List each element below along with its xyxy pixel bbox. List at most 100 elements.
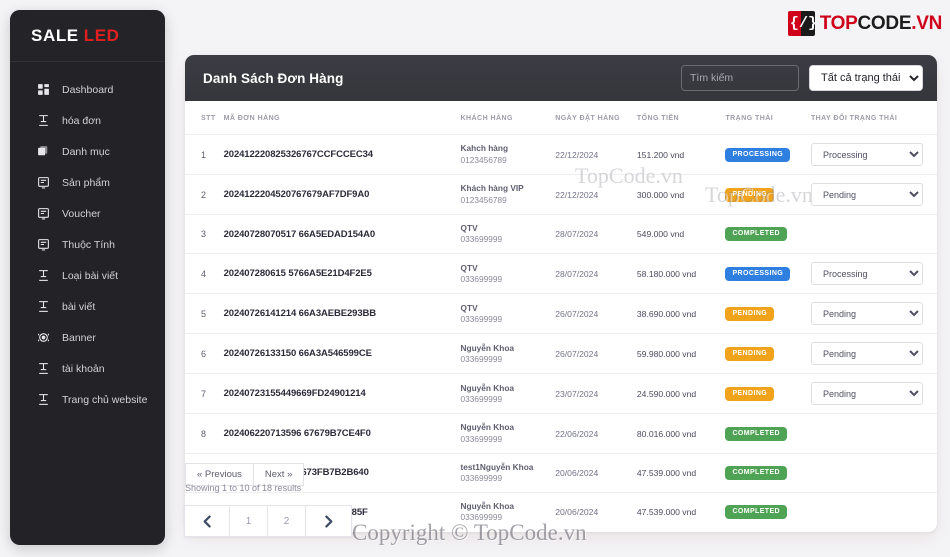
- change-status-select[interactable]: PendingProcessingCompleted: [810, 183, 923, 206]
- sidebar-item-label: Dashboard: [62, 83, 114, 96]
- status-filter-select[interactable]: Tất cả trạng tháiPendingProcessingComple…: [809, 65, 923, 91]
- sidebar-item-9[interactable]: Banner: [10, 322, 165, 353]
- logo-text-code: CODE: [857, 12, 912, 34]
- sidebar: SALE LED Dashboard hóa đơn Danh mục Sản phẩ…: [10, 10, 165, 545]
- sidebar-item-7[interactable]: Loại bài viết: [10, 260, 165, 291]
- col-order-code: MÃ ĐƠN HÀNG: [223, 115, 280, 122]
- status-badge: PENDING: [725, 386, 775, 401]
- sidebar-item-6[interactable]: Thuộc Tính: [10, 229, 165, 260]
- logo-text-vn: .VN: [911, 12, 942, 34]
- cell-customer-phone: 033699999: [460, 433, 503, 444]
- sidebar-item-label: hóa đơn: [62, 114, 102, 127]
- chevron-left-icon[interactable]: [184, 505, 230, 537]
- cell-customer-name: Nguyễn Khoa: [460, 422, 515, 433]
- cell-change-status: PendingProcessingCompleted: [806, 134, 937, 175]
- cell-total: 300.000 vnd: [636, 189, 685, 200]
- cell-customer-phone: 033699999: [460, 273, 503, 284]
- results-count-text: Showing 1 to 10 of 18 results: [185, 483, 302, 493]
- cell-customer-phone: 033699999: [460, 472, 503, 483]
- change-status-select[interactable]: PendingProcessingCompleted: [810, 262, 923, 286]
- sidebar-item-label: Voucher: [62, 207, 101, 220]
- attribute-monitor-icon: [36, 237, 51, 252]
- table-row: 8 202406220713596 67679B7CE4F0 Nguyễn Khoa…: [185, 413, 937, 454]
- orders-card-header: Danh Sách Đơn Hàng Tất cả trạng tháiPend…: [185, 55, 937, 101]
- cell-total: 38.690.000 vnd: [636, 308, 697, 319]
- cell-order-code: 202412220825326767CCFCCEC34: [223, 149, 374, 160]
- sidebar-item-label: Danh mục: [62, 145, 110, 158]
- table-row: 1 202412220825326767CCFCCEC34 Kahch hàng 01…: [185, 134, 937, 175]
- cell-total: 59.980.000 vnd: [636, 348, 697, 359]
- brand-accent: LED: [83, 25, 120, 45]
- orders-card: Danh Sách Đơn Hàng Tất cả trạng tháiPend…: [185, 55, 937, 532]
- cell-customer-name: Nguyễn Khoa: [460, 342, 515, 353]
- cell-order-date: 28/07/2024: [555, 268, 599, 279]
- cell-order-code: 20240726133150 66A3A546599CE: [223, 348, 372, 360]
- homepage-icon: [36, 392, 51, 407]
- cell-order-date: 22/06/2024: [555, 428, 599, 439]
- sidebar-item-3[interactable]: Danh mục: [10, 136, 165, 167]
- cell-customer-name: test1Nguyễn Khoa: [460, 461, 534, 472]
- cell-customer-phone: 0123456789: [460, 194, 507, 205]
- cell-customer-phone: 033699999: [460, 512, 503, 523]
- product-monitor-icon: [36, 175, 51, 190]
- status-badge: PROCESSING: [725, 147, 791, 162]
- brand-name: SALE: [31, 25, 79, 45]
- status-badge: PENDING: [725, 306, 775, 321]
- post-type-icon: [36, 268, 51, 283]
- banner-target-icon: [36, 330, 51, 345]
- cell-change-status: [806, 413, 937, 454]
- page-button-1[interactable]: 1: [230, 505, 268, 537]
- brand-logo: SALE LED: [10, 10, 165, 62]
- sidebar-item-label: bài viết: [62, 300, 96, 313]
- sidebar-item-10[interactable]: tài khoản: [10, 353, 165, 384]
- cell-stt: 8: [185, 413, 220, 454]
- sidebar-item-1[interactable]: Dashboard: [10, 74, 165, 105]
- cell-order-date: 28/07/2024: [555, 229, 599, 240]
- cell-stt: 6: [185, 333, 220, 374]
- search-input[interactable]: [681, 65, 799, 91]
- cell-total: 80.016.000 vnd: [636, 428, 697, 439]
- cell-total: 549.000 vnd: [636, 229, 685, 240]
- status-badge: COMPLETED: [725, 465, 787, 480]
- cell-customer-name: Nguyễn Khoa: [460, 501, 515, 512]
- cell-stt: 5: [185, 293, 220, 334]
- status-badge: COMPLETED: [725, 227, 787, 242]
- sidebar-item-label: Trang chủ website: [62, 393, 148, 406]
- status-badge: PENDING: [725, 346, 775, 361]
- col-change-status: THAY ĐỔI TRẠNG THÁI: [810, 115, 898, 122]
- cell-change-status: [806, 452, 937, 493]
- cell-order-code: 2024122204520767679AF7DF9A0: [223, 189, 370, 200]
- cell-total: 151.200 vnd: [636, 149, 685, 160]
- change-status-select[interactable]: PendingProcessingCompleted: [810, 342, 923, 366]
- cell-stt: 2: [185, 174, 220, 215]
- cell-customer-phone: 033699999: [460, 234, 503, 245]
- cell-change-status: PendingProcessingCompleted: [806, 174, 937, 215]
- cell-order-date: 22/12/2024: [555, 189, 599, 200]
- change-status-select[interactable]: PendingProcessingCompleted: [810, 143, 923, 166]
- sidebar-item-label: tài khoản: [62, 362, 105, 375]
- sidebar-item-11[interactable]: Trang chủ website: [10, 384, 165, 415]
- category-layers-icon: [36, 144, 51, 159]
- cell-customer-phone: 033699999: [460, 353, 503, 364]
- cell-customer-phone: 033699999: [460, 393, 503, 404]
- status-badge: PENDING: [725, 187, 775, 202]
- cell-order-code: 20240728070517 66A5EDAD154A0: [223, 228, 376, 240]
- change-status-select[interactable]: PendingProcessingCompleted: [810, 302, 923, 326]
- table-row: 3 20240728070517 66A5EDAD154A0 QTV 03369999…: [185, 213, 937, 254]
- table-row: 2 2024122204520767679AF7DF9A0 Khách hàng V…: [185, 174, 937, 215]
- cell-stt: 4: [185, 253, 220, 294]
- sidebar-item-2[interactable]: hóa đơn: [10, 105, 165, 136]
- cell-total: 24.590.000 vnd: [636, 388, 697, 399]
- page-button-2[interactable]: 2: [268, 505, 306, 537]
- cell-customer-phone: 033699999: [460, 313, 503, 324]
- sidebar-item-8[interactable]: bài viết: [10, 291, 165, 322]
- change-status-select[interactable]: PendingProcessingCompleted: [810, 382, 923, 406]
- sidebar-item-5[interactable]: Voucher: [10, 198, 165, 229]
- sidebar-item-4[interactable]: Sản phẩm: [10, 167, 165, 198]
- cell-order-date: 22/12/2024: [555, 149, 599, 160]
- topcode-logo-icon: { /}: [787, 11, 815, 36]
- cell-change-status: PendingProcessingCompleted: [806, 293, 937, 334]
- chevron-right-icon[interactable]: [306, 505, 352, 537]
- page-number-pagination: 1 2: [184, 505, 352, 537]
- col-status: TRẠNG THÁI: [725, 115, 774, 122]
